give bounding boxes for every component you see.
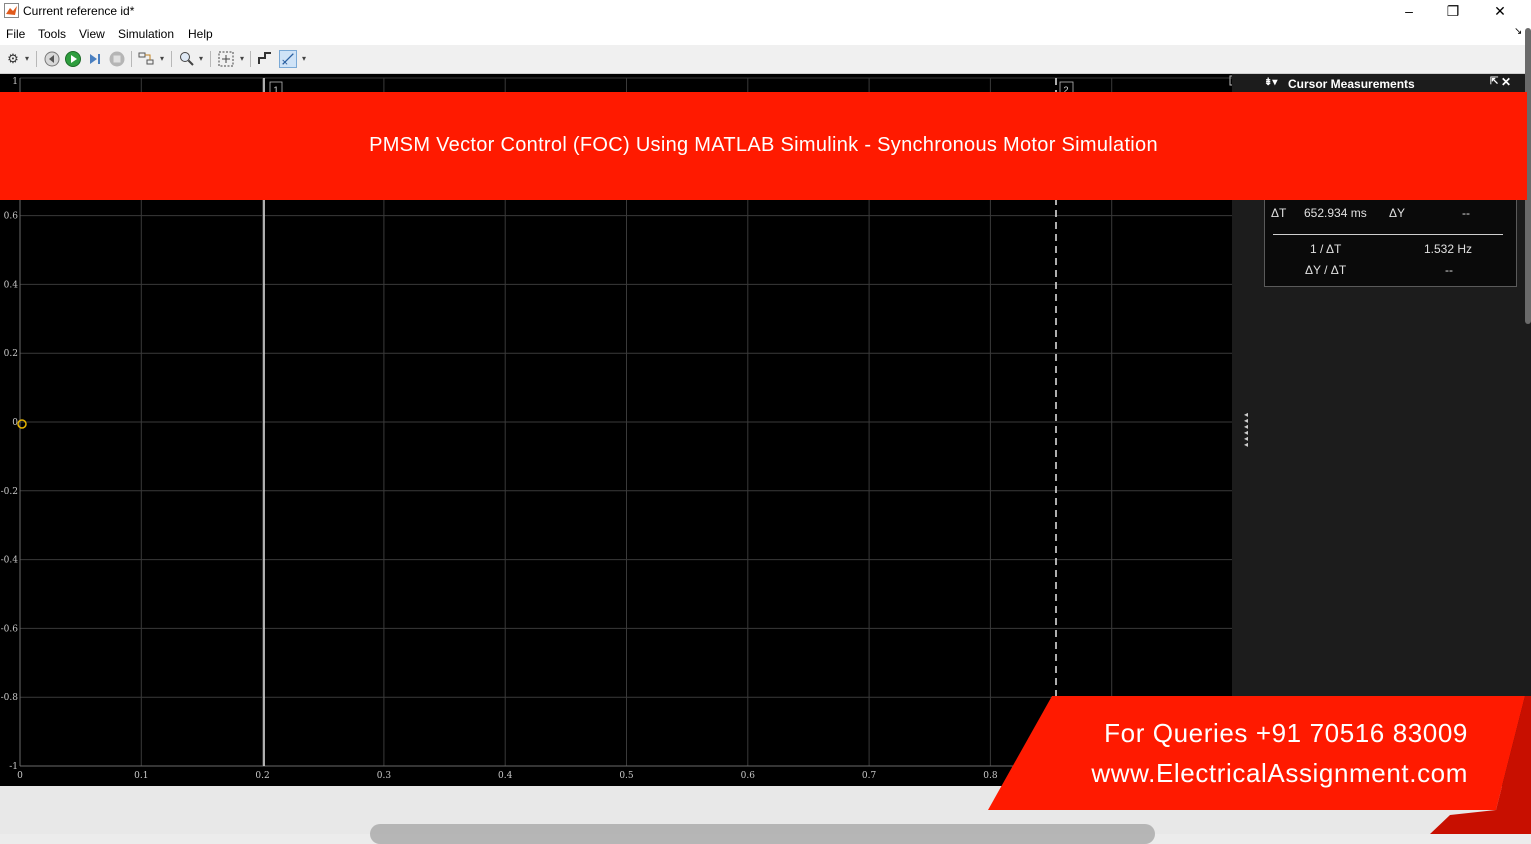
promo-background [988, 696, 1525, 810]
delta-y-label: ΔY [1389, 206, 1406, 220]
step-back-icon[interactable] [43, 50, 61, 68]
delta-t-value: 652.934 ms [1304, 206, 1367, 220]
toolbar-separator [171, 51, 172, 67]
toolbar: ⚙ ▾ ▾ ▾ ▾ ▾ [0, 45, 1531, 74]
title-bar: Current reference id* – ❐ ✕ [0, 0, 1531, 22]
settings-dropdown-icon[interactable]: ▾ [25, 54, 29, 63]
highlight-dropdown-icon[interactable]: ▾ [160, 54, 164, 63]
window-title: Current reference id* [23, 4, 135, 18]
banner-text: PMSM Vector Control (FOC) Using MATLAB S… [369, 134, 1158, 156]
dy-dt-label: ΔY / ΔT [1305, 263, 1347, 277]
x-tick-label: 0.6 [741, 771, 756, 781]
matlab-app-icon [4, 3, 19, 18]
table-divider [1273, 234, 1503, 235]
promo-website-text: www.ElectricalAssignment.com [1091, 758, 1468, 788]
fit-dropdown-icon[interactable]: ▾ [240, 54, 244, 63]
y-tick-label: -1 [9, 762, 18, 772]
zoom-icon[interactable] [178, 50, 196, 68]
run-icon[interactable] [64, 50, 82, 68]
stop-icon[interactable] [108, 50, 126, 68]
toolbar-separator [210, 51, 211, 67]
toolbar-separator [250, 51, 251, 67]
x-tick-label: 0.3 [377, 771, 392, 781]
cursor-measurements-header: ⇟▾ Cursor Measurements ⇱ ✕ [1262, 74, 1517, 94]
menu-simulation[interactable]: Simulation [118, 27, 174, 41]
zoom-dropdown-icon[interactable]: ▾ [199, 54, 203, 63]
y-tick-label: 0.6 [4, 212, 19, 222]
menu-bar: File Tools View Simulation Help ↘ [0, 22, 1531, 45]
step-forward-icon[interactable] [86, 50, 104, 68]
splitter-grip-icon[interactable]: ◂ ◂ ◂ ◂ ◂ ◂ [1244, 411, 1250, 452]
promo-phone-text: For Queries +91 70516 83009 [1104, 718, 1468, 748]
y-tick-label: -0.6 [1, 624, 19, 634]
y-tick-label: -0.2 [1, 487, 18, 497]
x-tick-label: 0 [17, 771, 23, 781]
inv-delta-t-value: 1.532 Hz [1424, 242, 1473, 256]
delta-y-value: -- [1462, 206, 1470, 220]
y-tick-label: 1 [12, 77, 18, 87]
restore-button[interactable]: ❐ [1430, 0, 1476, 22]
panel-menu-icon[interactable]: ⇟▾ [1264, 77, 1277, 88]
menu-file[interactable]: File [6, 27, 25, 41]
highlight-block-icon[interactable] [137, 50, 155, 68]
cursor-measurements-table: ΔT 652.934 ms ΔY -- 1 / ΔT 1.532 Hz ΔY /… [1264, 196, 1517, 287]
toolbar-separator [36, 51, 37, 67]
delta-t-label: ΔT [1271, 206, 1287, 220]
settings-icon[interactable]: ⚙ [4, 50, 22, 68]
close-button[interactable]: ✕ [1477, 0, 1523, 22]
x-tick-label: 0.2 [255, 771, 269, 781]
panel-close-icon[interactable]: ✕ [1501, 75, 1511, 89]
y-tick-label: -0.8 [1, 693, 19, 703]
x-tick-label: 0.4 [498, 771, 513, 781]
menu-tools[interactable]: Tools [38, 27, 66, 41]
y-tick-label: 0.2 [4, 349, 18, 359]
trigger-marker-icon[interactable] [17, 419, 27, 429]
y-tick-label: -0.4 [1, 556, 19, 566]
toolbar-separator [131, 51, 132, 67]
cursor-measure-icon[interactable] [279, 50, 297, 68]
cursor-measurements-title: Cursor Measurements [1288, 77, 1415, 91]
trigger-icon[interactable] [256, 50, 274, 68]
dy-dt-value: -- [1445, 263, 1453, 277]
x-tick-label: 0.7 [862, 771, 877, 781]
y-tick-label: 0.4 [4, 280, 19, 290]
title-banner: PMSM Vector Control (FOC) Using MATLAB S… [0, 92, 1527, 200]
menu-view[interactable]: View [79, 27, 105, 41]
minimize-button[interactable]: – [1386, 0, 1432, 22]
menu-collapse-icon[interactable]: ↘ [1514, 26, 1522, 37]
menu-help[interactable]: Help [188, 27, 213, 41]
panel-undock-icon[interactable]: ⇱ [1490, 76, 1498, 87]
x-tick-label: 0.1 [134, 771, 148, 781]
fit-to-view-icon[interactable] [217, 50, 235, 68]
cursor-measure-dropdown-icon[interactable]: ▾ [302, 54, 306, 63]
x-tick-label: 0.5 [619, 771, 634, 781]
inv-delta-t-label: 1 / ΔT [1310, 242, 1342, 256]
